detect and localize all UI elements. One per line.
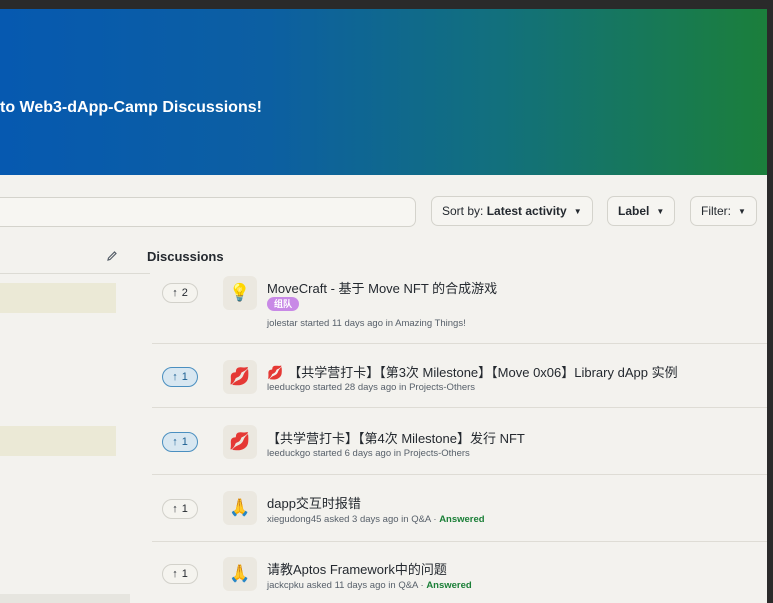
answered-label: Answered — [439, 514, 485, 525]
answered-label: Answered — [426, 580, 472, 591]
label-dropdown[interactable]: Label ▼ — [607, 196, 676, 226]
sidebar-category-highlight[interactable] — [0, 426, 116, 456]
discussions-banner: to Web3-dApp-Camp Discussions! — [0, 9, 767, 175]
discussion-meta: xiegudong45 asked 3 days ago in Q&A · An… — [267, 514, 485, 525]
arrow-up-icon: ↑ — [172, 287, 178, 299]
filter-dropdown[interactable]: Filter: ▼ — [690, 196, 757, 226]
discussions-heading: Discussions — [147, 249, 224, 264]
label-button-text: Label — [618, 204, 650, 218]
discussion-title[interactable]: 【共学营打卡】【第4次 Milestone】发行 NFT — [267, 428, 525, 447]
window-right-edge — [767, 0, 773, 603]
row-divider — [152, 343, 767, 344]
filter-button-text: Filter: — [701, 204, 731, 218]
discussion-meta: leeduckgo started 6 days ago in Projects… — [267, 448, 470, 459]
row-divider — [152, 541, 767, 542]
upvote-button[interactable]: ↑ 2 — [162, 283, 198, 303]
folded-hands-icon: 🙏 — [223, 491, 257, 525]
arrow-up-icon: ↑ — [172, 371, 178, 383]
discussion-title-text: 【共学营打卡】【第3次 Milestone】【Move 0x06】Library… — [288, 365, 678, 380]
upvote-button[interactable]: ↑ 1 — [162, 564, 198, 584]
search-input[interactable] — [0, 197, 416, 227]
sidebar-footer — [0, 594, 130, 603]
lightbulb-icon: 💡 — [223, 276, 257, 310]
lips-icon: 💋 — [223, 425, 257, 459]
sidebar-category-selected[interactable] — [0, 283, 116, 313]
chevron-down-icon: ▼ — [656, 206, 665, 216]
discussion-title[interactable]: MoveCraft - 基于 Move NFT 的合成游戏 — [267, 278, 497, 297]
upvote-button[interactable]: ↑ 1 — [162, 499, 198, 519]
chevron-down-icon: ▼ — [738, 206, 746, 216]
upvote-button[interactable]: ↑ 1 — [162, 367, 198, 387]
sort-prefix: Sort by: — [442, 204, 487, 218]
discussion-title[interactable]: 💋 【共学营打卡】【第3次 Milestone】【Move 0x06】Librar… — [267, 362, 678, 381]
window-top-edge — [0, 0, 773, 9]
upvote-button[interactable]: ↑ 1 — [162, 432, 198, 452]
discussion-title[interactable]: dapp交互时报错 — [267, 493, 361, 512]
discussion-meta: jolestar started 11 days ago in Amazing … — [267, 318, 466, 329]
pencil-icon[interactable] — [106, 250, 118, 265]
lips-icon: 💋 — [223, 360, 257, 394]
sort-value: Latest activity — [486, 204, 567, 218]
discussion-title[interactable]: 请教Aptos Framework中的问题 — [267, 559, 447, 578]
row-divider — [152, 474, 767, 475]
sidebar-divider — [0, 273, 150, 274]
discussion-meta: leeduckgo started 28 days ago in Project… — [267, 382, 476, 393]
sort-dropdown[interactable]: Sort by: Latest activity ▼ — [431, 196, 593, 226]
arrow-up-icon: ↑ — [172, 568, 178, 580]
row-divider — [152, 407, 767, 408]
label-badge[interactable]: 组队 — [267, 297, 300, 311]
arrow-up-icon: ↑ — [172, 436, 178, 448]
chevron-down-icon: ▼ — [573, 206, 582, 216]
banner-title: to Web3-dApp-Camp Discussions! — [0, 99, 262, 116]
lips-icon: 💋 — [267, 365, 284, 380]
arrow-up-icon: ↑ — [172, 503, 178, 515]
discussion-meta: jackcpku asked 11 days ago in Q&A · Answ… — [267, 580, 472, 591]
folded-hands-icon: 🙏 — [223, 557, 257, 591]
